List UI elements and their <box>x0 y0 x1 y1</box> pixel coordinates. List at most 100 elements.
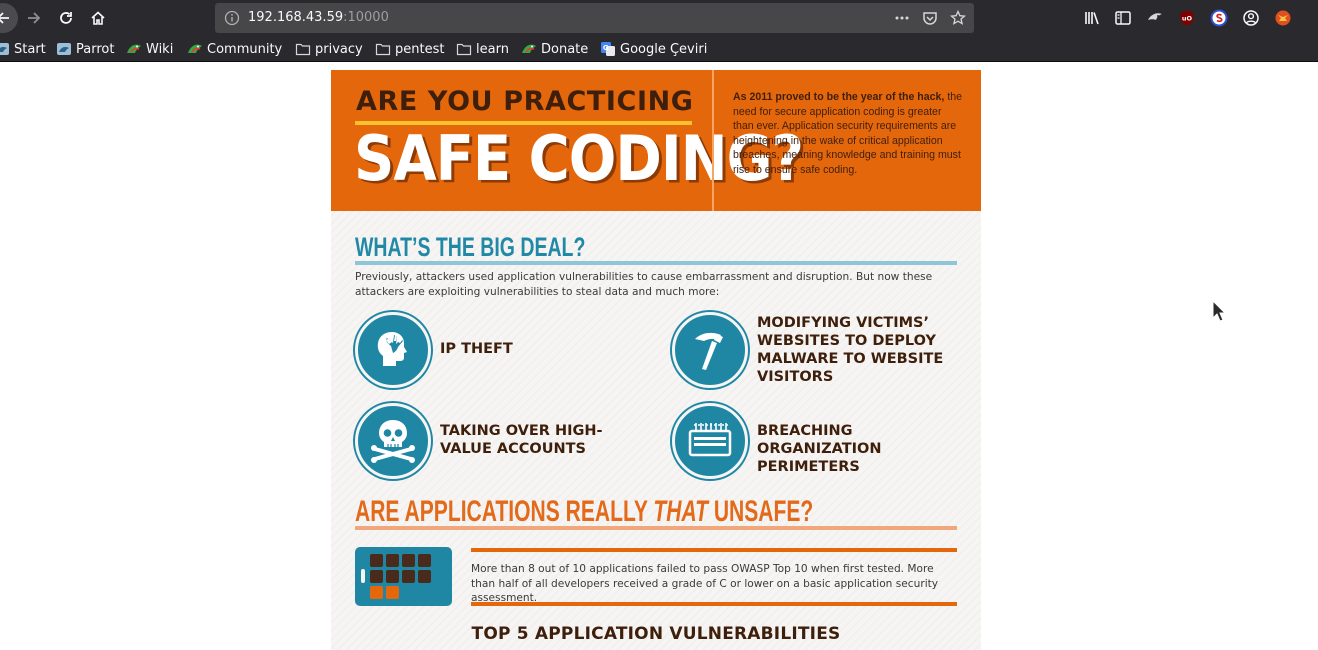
info-icon[interactable] <box>224 10 240 26</box>
threat-badge <box>672 403 748 479</box>
grid-cell-highlight <box>386 586 399 599</box>
threat-badge <box>355 312 431 388</box>
threat-label: TAKING OVER HIGH-VALUE ACCOUNTS <box>440 423 603 457</box>
bookmark-donate[interactable]: Donate <box>521 40 588 58</box>
folder-icon <box>456 43 472 56</box>
sidebar-icon[interactable] <box>1114 9 1132 27</box>
library-icon[interactable] <box>1083 9 1101 27</box>
bookmark-wiki[interactable]: Wiki <box>126 40 173 58</box>
hero-intro: As 2011 proved to be the year of the hac… <box>733 90 965 177</box>
bookmark-label: Community <box>207 41 283 57</box>
arrow-left-icon <box>0 12 9 24</box>
hammer-icon <box>695 332 723 370</box>
back-button[interactable] <box>0 3 18 33</box>
pocket-icon[interactable] <box>922 10 938 26</box>
threat-label: IP THEFT <box>440 341 513 357</box>
svg-text:G: G <box>603 44 609 52</box>
hero-banner: ARE YOU PRACTICING SAFE CODING? As 2011 … <box>331 70 981 211</box>
url-bar[interactable]: 192.168.43.59:10000 <box>215 3 974 33</box>
hero-divider <box>712 70 714 211</box>
skull-crossbones-icon <box>371 420 415 463</box>
url-port: :10000 <box>343 10 389 25</box>
foxyproxy-icon[interactable] <box>1274 9 1292 27</box>
app-grid <box>370 554 434 599</box>
grid-cell <box>386 554 399 567</box>
grid-cell-highlight <box>370 586 383 599</box>
bookmark-label: Donate <box>541 41 589 57</box>
grid-cell <box>402 570 415 583</box>
bookmark-star-icon[interactable] <box>950 10 966 26</box>
threat-badge <box>672 312 748 388</box>
grid-cell <box>386 570 399 583</box>
bookmark-label: learn <box>476 41 509 57</box>
tablet-grid-icon <box>355 547 452 606</box>
parrot-icon <box>188 44 202 53</box>
bookmark-community[interactable]: Community <box>187 40 282 58</box>
hero-intro-text: the need for secure application coding i… <box>733 91 963 176</box>
reload-icon <box>60 12 72 24</box>
tablet-home-button <box>361 569 365 583</box>
bookmark-label: Wiki <box>146 41 174 57</box>
section-lead: Previously, attackers used application v… <box>355 271 933 298</box>
grid-cell <box>370 570 383 583</box>
url-host: 192.168.43.59 <box>248 10 344 25</box>
ublock-origin-icon[interactable]: uO <box>1178 9 1196 27</box>
url-text[interactable]: 192.168.43.59:10000 <box>248 10 389 25</box>
grid-cell <box>418 554 431 567</box>
hero-kicker: ARE YOU PRACTICING <box>356 86 694 117</box>
parrot-icon <box>127 44 141 53</box>
home-icon <box>91 11 105 25</box>
browser-toolbar: 192.168.43.59:10000 uO <box>0 0 1318 36</box>
section-rule <box>355 261 957 265</box>
s-extension-icon[interactable] <box>1210 9 1228 27</box>
parrot-icon <box>0 43 9 55</box>
bookmark-parrot[interactable]: Parrot <box>56 40 114 58</box>
google-translate-icon: G <box>601 42 615 56</box>
bookmark-label: pentest <box>395 41 445 57</box>
bookmark-folder-learn[interactable]: learn <box>456 40 509 58</box>
folder-icon <box>295 43 311 56</box>
home-button[interactable] <box>84 4 112 32</box>
threat-account-takeover: TAKING OVER HIGH-VALUE ACCOUNTS <box>355 403 645 483</box>
section-title-top5: TOP 5 APPLICATION VULNERABILITIES <box>471 624 841 644</box>
section-rule <box>355 526 957 530</box>
parrot-extension-icon[interactable] <box>1146 9 1164 27</box>
parrot-icon <box>57 43 71 55</box>
bookmark-google-translate[interactable]: G Google Çeviri <box>600 40 707 58</box>
threat-website-malware: MODIFYING VICTIMS’ WEBSITES TO DEPLOY MA… <box>672 312 962 392</box>
svg-text:uO: uO <box>1182 15 1193 23</box>
bookmark-label: Google Çeviri <box>620 41 708 57</box>
grid-cell <box>418 570 431 583</box>
bookmark-label: Start <box>14 41 46 57</box>
mouse-cursor-icon <box>1212 300 1226 322</box>
threat-perimeter-breach: BREACHING ORGANIZATION PERIMETERS <box>672 403 962 483</box>
bookmarks-toolbar: Start Parrot Wiki Community privacy pent… <box>0 36 1318 62</box>
stat-callout: More than 8 out of 10 applications faile… <box>471 548 957 606</box>
bookmark-label: Parrot <box>76 41 115 57</box>
forward-button[interactable] <box>20 4 48 32</box>
threat-badge <box>355 403 431 479</box>
infographic: ARE YOU PRACTICING SAFE CODING? As 2011 … <box>331 70 981 650</box>
account-icon[interactable] <box>1242 9 1260 27</box>
title-emphasis: THAT <box>653 495 708 528</box>
reload-button[interactable] <box>52 4 80 32</box>
folder-icon <box>375 43 391 56</box>
grid-cell <box>402 554 415 567</box>
title-part: ARE APPLICATIONS REALLY <box>355 495 654 528</box>
parrot-icon <box>522 44 536 53</box>
grid-cell <box>370 554 383 567</box>
bookmark-folder-privacy[interactable]: privacy <box>295 40 363 58</box>
hand-head-icon <box>377 332 407 366</box>
page-actions-icon[interactable] <box>894 10 910 26</box>
bookmark-label: privacy <box>315 41 363 57</box>
title-part: UNSAFE? <box>707 495 814 528</box>
firewall-icon <box>688 423 732 457</box>
threat-label: BREACHING ORGANIZATION PERIMETERS <box>757 423 882 475</box>
section-title-big-deal: WHAT’S THE BIG DEAL? <box>355 232 586 263</box>
hero-intro-bold: As 2011 proved to be the year of the hac… <box>733 91 945 103</box>
threat-label: MODIFYING VICTIMS’ WEBSITES TO DEPLOY MA… <box>757 315 944 385</box>
bookmark-start[interactable]: Start <box>0 40 46 58</box>
arrow-right-icon <box>28 12 41 24</box>
bookmark-folder-pentest[interactable]: pentest <box>375 40 444 58</box>
section-title-unsafe: ARE APPLICATIONS REALLY THAT UNSAFE? <box>355 495 813 528</box>
